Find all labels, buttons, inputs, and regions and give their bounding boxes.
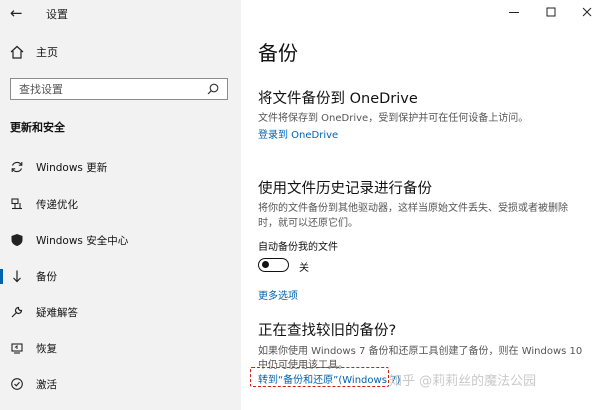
toggle-state-label: 关	[299, 263, 309, 274]
sidebar-item-troubleshoot[interactable]: 疑难解答	[0, 300, 241, 324]
close-button[interactable]	[579, 4, 595, 20]
sidebar-section-title: 更新和安全	[10, 121, 65, 134]
minimize-icon	[509, 12, 519, 13]
close-icon	[582, 7, 592, 17]
file-history-heading: 使用文件历史记录进行备份	[258, 181, 432, 197]
more-options-link[interactable]: 更多选项	[258, 287, 298, 302]
sidebar-item-label: 主页	[36, 46, 58, 59]
file-history-description-line1: 将你的文件备份到其他驱动器，这样当原始文件丢失、受损或者被删除	[258, 203, 568, 214]
older-backup-description-line1: 如果你使用 Windows 7 备份和还原工具创建了备份，则在 Windows …	[258, 346, 583, 357]
onedrive-heading: 将文件备份到 OneDrive	[258, 91, 418, 107]
sidebar-item-label: 恢复	[36, 342, 57, 355]
page-title: 备份	[258, 41, 298, 65]
sidebar-item-label: 备份	[36, 270, 57, 283]
auto-backup-label: 自动备份我的文件	[258, 242, 338, 253]
watermark: 知乎 @莉莉丝的魔法公园	[389, 374, 537, 389]
backup-icon	[13, 270, 21, 283]
sidebar-item-label: 传递优化	[36, 198, 78, 211]
search-box[interactable]	[10, 78, 228, 100]
activation-icon	[11, 378, 23, 390]
shield-icon	[11, 234, 23, 246]
window-title: 设置	[46, 8, 68, 21]
home-icon	[10, 45, 24, 59]
sidebar-item-windows-security[interactable]: Windows 安全中心	[0, 228, 241, 252]
sidebar-item-activation[interactable]: 激活	[0, 372, 241, 396]
main-panel: 备份 将文件备份到 OneDrive 文件将保存到 OneDrive，受到保护并…	[241, 0, 600, 410]
file-history-description-line2: 时，就可以还原它们。	[258, 218, 358, 229]
delivery-optimization-icon	[11, 198, 22, 210]
onedrive-description: 文件将保存到 OneDrive，受到保护并可在任何设备上访问。	[258, 113, 529, 124]
backup-restore-link[interactable]: 转到“备份和还原”(Windows 7)	[258, 371, 400, 386]
sync-icon	[11, 161, 23, 173]
onedrive-signin-link[interactable]: 登录到 OneDrive	[258, 126, 338, 141]
active-indicator	[0, 269, 3, 284]
auto-backup-toggle[interactable]	[258, 258, 289, 272]
older-backup-heading: 正在查找较旧的备份?	[258, 323, 397, 339]
sidebar-item-label: 疑难解答	[36, 306, 78, 319]
minimize-button[interactable]	[506, 4, 522, 20]
sidebar-item-home[interactable]: 主页	[9, 42, 58, 62]
sidebar-item-windows-update[interactable]: Windows 更新	[0, 155, 241, 179]
recovery-icon	[11, 343, 23, 354]
wrench-icon	[11, 306, 23, 318]
sidebar-item-label: Windows 安全中心	[36, 234, 129, 247]
sidebar-item-backup[interactable]: 备份	[0, 264, 241, 288]
sidebar-item-label: Windows 更新	[36, 161, 108, 174]
maximize-icon	[546, 7, 556, 17]
search-icon[interactable]	[207, 83, 219, 95]
sidebar-item-label: 激活	[36, 378, 57, 391]
search-input[interactable]	[19, 82, 207, 96]
sidebar-item-recovery[interactable]: 恢复	[0, 336, 241, 360]
back-arrow-icon[interactable]: ←	[10, 4, 28, 22]
sidebar-item-delivery-optimization[interactable]: 传递优化	[0, 192, 241, 216]
sidebar: ← 设置 主页 更新和安全 Windows 更新 传递优化 Windows 安全…	[0, 0, 241, 410]
maximize-button[interactable]	[543, 4, 559, 20]
toggle-knob	[262, 261, 269, 268]
